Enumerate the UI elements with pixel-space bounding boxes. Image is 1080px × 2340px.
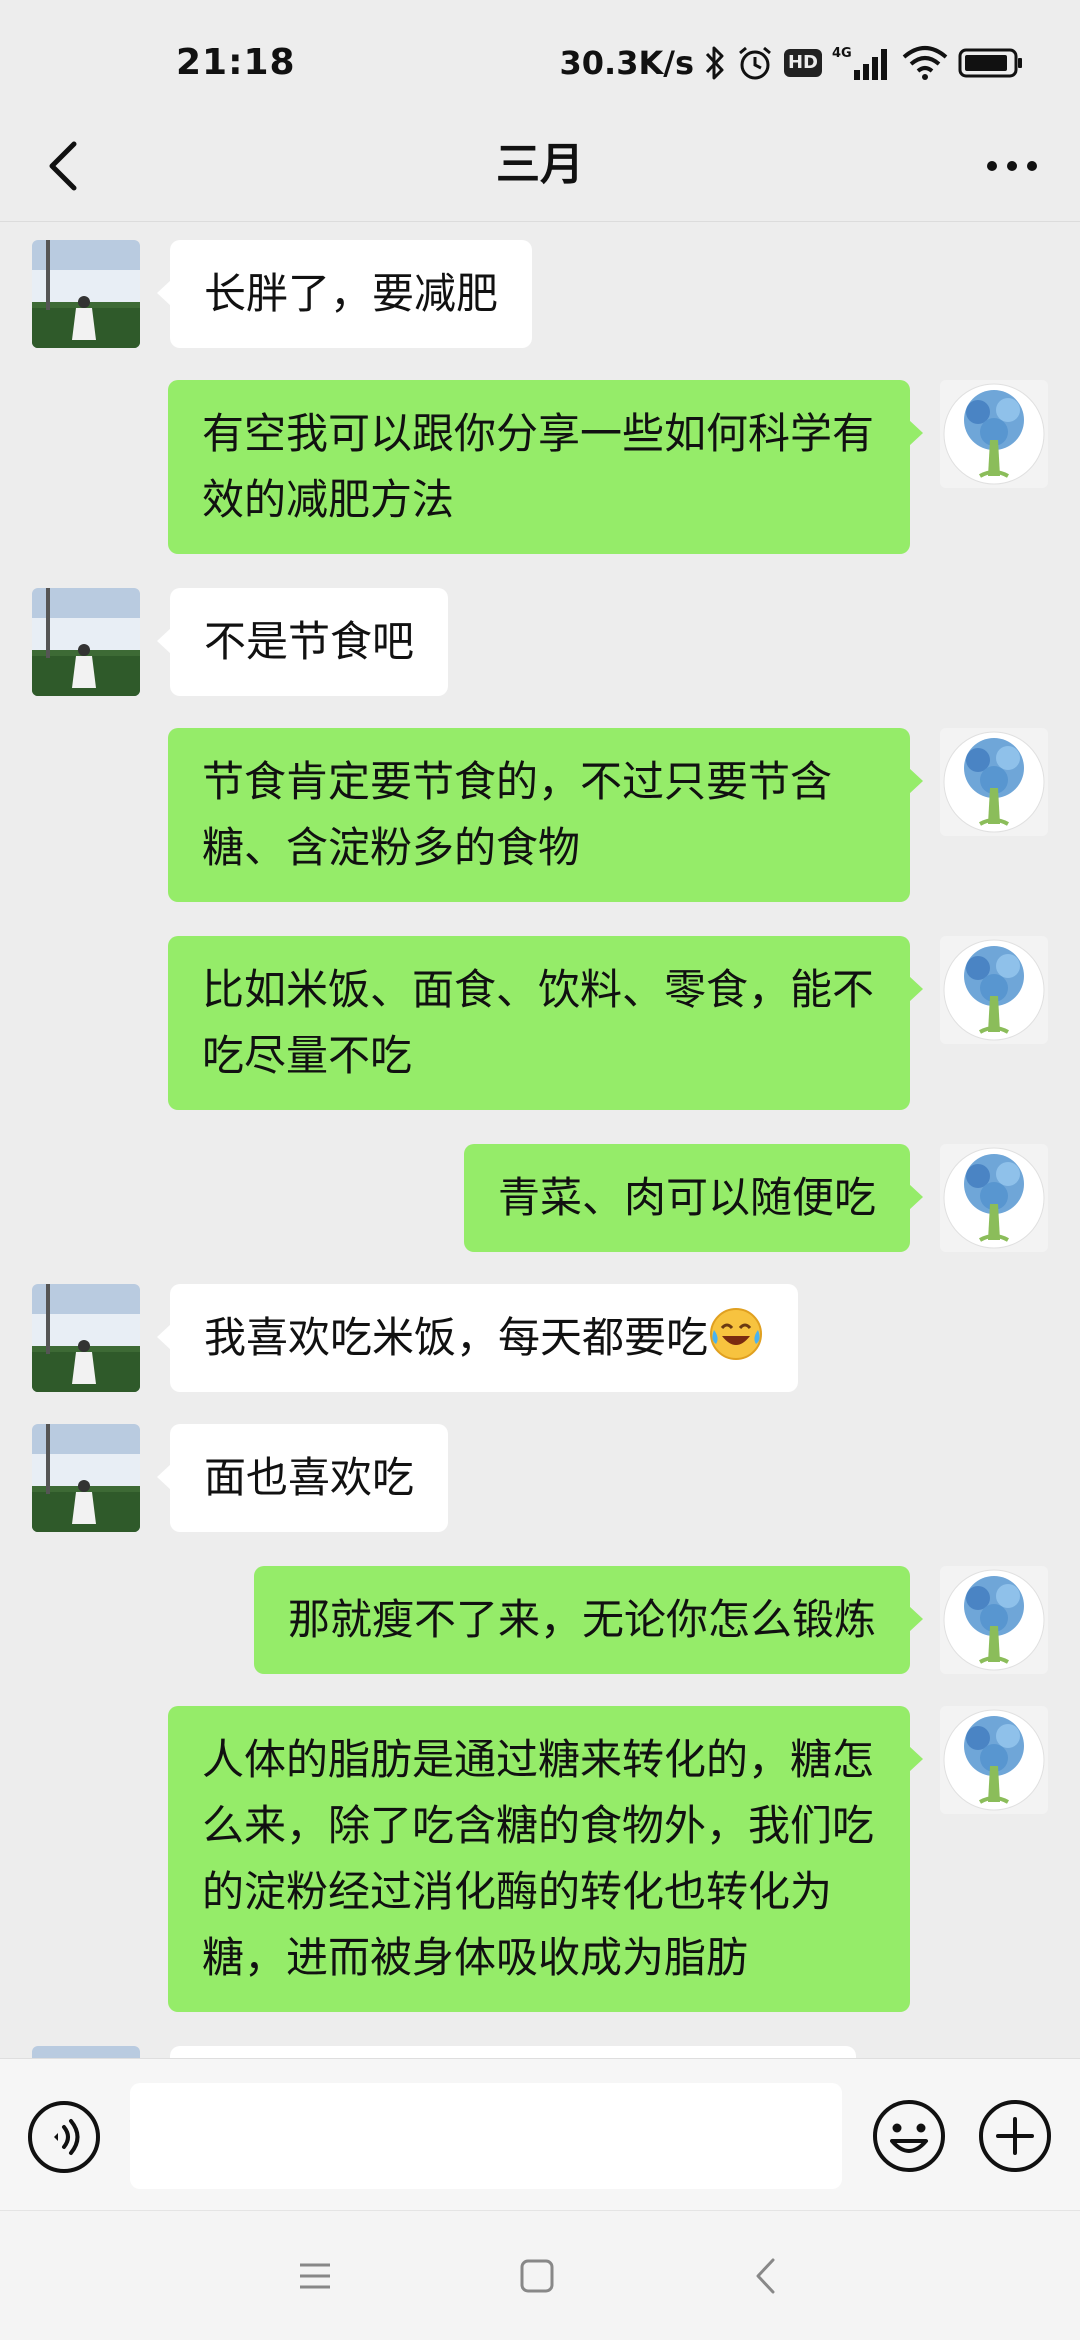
my-avatar[interactable]	[940, 728, 1048, 836]
home-button[interactable]	[512, 2251, 562, 2301]
contact-avatar[interactable]	[32, 1424, 140, 1532]
hd-badge: HD	[783, 43, 822, 83]
voice-icon	[28, 2101, 100, 2173]
network-speed: 30.3K/s	[559, 44, 694, 82]
message-bubble[interactable]: 那就瘦不了来，无论你怎么锻炼	[253, 1566, 924, 1674]
emoji-icon	[873, 2100, 945, 2172]
message-bubble[interactable]: 不是节食吧	[156, 588, 449, 696]
message-list[interactable]: 长胖了，要减肥 有空我可以跟你分享一些如何科学有效的减肥方法 不是节食吧 节食肯…	[0, 224, 1080, 2058]
plus-icon	[979, 2100, 1051, 2172]
contact-avatar[interactable]	[32, 1284, 140, 1392]
status-icons: 30.3K/s HD 4G	[560, 40, 1025, 86]
message-bubble[interactable]: 人体的脂肪是通过糖来转化的，糖怎么来，除了吃含糖的食物外，我们吃的淀粉经过消化酶…	[168, 1706, 923, 2012]
back-nav-button[interactable]	[740, 2251, 790, 2301]
contact-avatar[interactable]	[32, 2046, 140, 2058]
message-bubble[interactable]: 比如米饭、面食、饮料、零食，能不吃尽量不吃	[168, 936, 923, 1110]
message-bubble[interactable]: 有空我可以跟你分享一些如何科学有效的减肥方法	[168, 380, 923, 554]
message-input[interactable]	[130, 2083, 842, 2189]
my-avatar[interactable]	[940, 1566, 1048, 1674]
wifi-icon	[902, 43, 948, 83]
message-bubble-partial[interactable]	[170, 2046, 856, 2058]
bluetooth-icon	[704, 43, 726, 83]
message-bubble[interactable]: 长胖了，要减肥	[156, 240, 533, 348]
message-bubble[interactable]: 我喜欢吃米饭，每天都要吃	[156, 1284, 799, 1392]
home-icon	[520, 2259, 554, 2293]
input-bar	[0, 2058, 1080, 2210]
chat-header: 三月	[0, 110, 1080, 222]
more-actions-button[interactable]	[976, 2097, 1054, 2175]
my-avatar[interactable]	[940, 1706, 1048, 1814]
my-avatar[interactable]	[940, 1144, 1048, 1252]
laughing-tears-emoji	[710, 1308, 763, 1360]
menu-button[interactable]	[290, 2251, 340, 2301]
alarm-icon	[736, 43, 774, 83]
menu-icon	[300, 2263, 330, 2289]
back-icon	[756, 2258, 775, 2294]
chat-title: 三月	[496, 139, 584, 190]
contact-avatar[interactable]	[32, 588, 140, 696]
my-avatar[interactable]	[940, 380, 1048, 488]
status-time: 21:18	[176, 42, 296, 83]
more-button[interactable]	[976, 130, 1048, 202]
battery-icon	[958, 43, 1024, 83]
message-bubble[interactable]: 节食肯定要节食的，不过只要节含糖、含淀粉多的食物	[168, 728, 923, 902]
more-dots-icon	[987, 161, 1037, 171]
my-avatar[interactable]	[940, 936, 1048, 1044]
voice-button[interactable]	[26, 2099, 102, 2175]
svg-text:4G: 4G	[832, 46, 852, 61]
emoji-button[interactable]	[870, 2097, 948, 2175]
system-navigation-bar	[0, 2210, 1080, 2340]
message-bubble[interactable]: 青菜、肉可以随便吃	[463, 1144, 924, 1252]
message-text: 我喜欢吃米饭，每天都要吃	[204, 1313, 709, 1362]
signal-4g-icon: 4G	[832, 43, 892, 83]
message-bubble[interactable]: 面也喜欢吃	[156, 1424, 449, 1532]
contact-avatar[interactable]	[32, 240, 140, 348]
